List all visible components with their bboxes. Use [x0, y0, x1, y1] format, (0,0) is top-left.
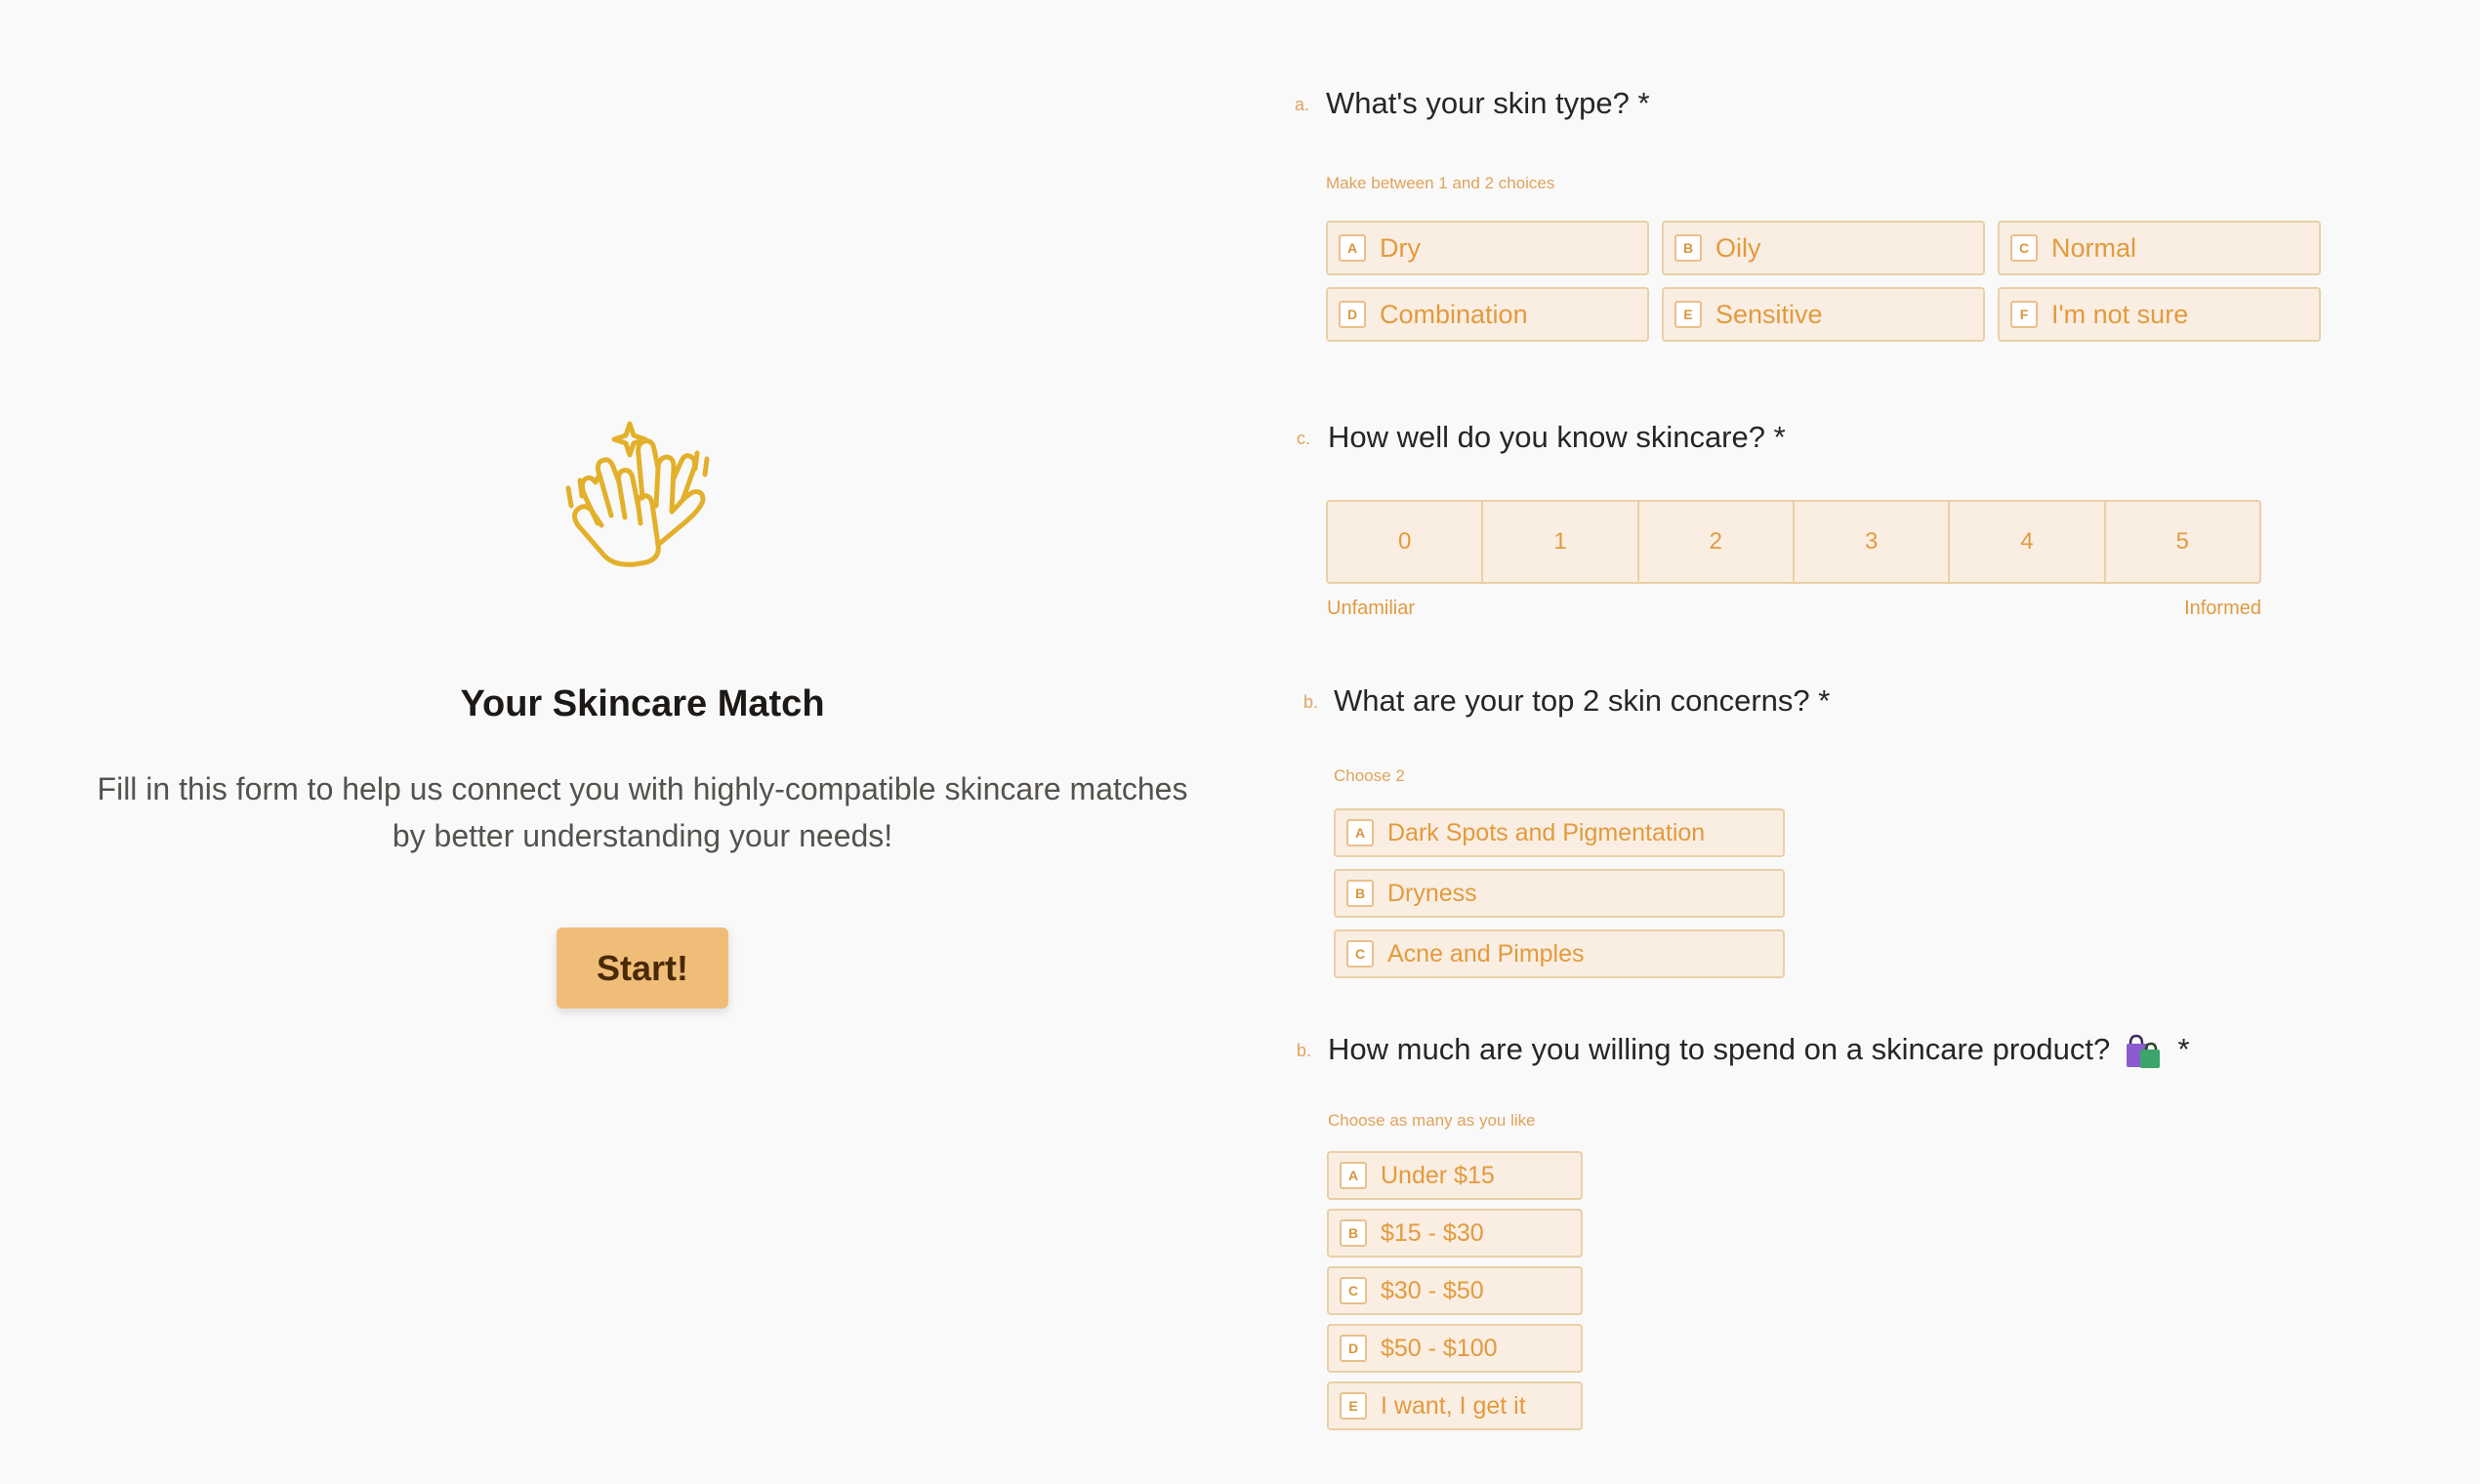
choice-dry[interactable]: A Dry — [1326, 221, 1649, 275]
scale-option-5[interactable]: 5 — [2106, 502, 2259, 582]
choice-label: Oily — [1715, 232, 1761, 263]
choice-label: Dry — [1380, 232, 1421, 263]
question-title-concerns: What are your top 2 skin concerns? * — [1334, 683, 1831, 718]
question-title-budget: How much are you willing to spend on a s… — [1328, 1032, 2190, 1069]
choice-label: $30 - $50 — [1381, 1276, 1484, 1304]
choice-acne[interactable]: C Acne and Pimples — [1334, 929, 1785, 978]
choice-under-15[interactable]: A Under $15 — [1327, 1151, 1583, 1200]
choice-sensitive[interactable]: E Sensitive — [1662, 287, 1985, 342]
choice-key: B — [1346, 880, 1374, 907]
scale-option-1[interactable]: 1 — [1483, 502, 1639, 582]
choice-label: Acne and Pimples — [1387, 939, 1585, 968]
choice-label: I'm not sure — [2051, 299, 2189, 329]
question-help-concerns: Choose 2 — [1334, 766, 1405, 785]
scale-option-2[interactable]: 2 — [1639, 502, 1795, 582]
choice-key: E — [1340, 1392, 1367, 1420]
choice-key: C — [1340, 1277, 1367, 1304]
question-index: a. — [1295, 95, 1310, 114]
choice-label: Dark Spots and Pigmentation — [1387, 818, 1706, 846]
scale-left-label: Unfamiliar — [1327, 598, 1416, 619]
choice-key: B — [1674, 234, 1702, 262]
question-help-skin-type: Make between 1 and 2 choices — [1326, 174, 1555, 192]
scale-option-3[interactable]: 3 — [1795, 502, 1951, 582]
choice-key: D — [1339, 301, 1366, 328]
welcome-description: Fill in this form to help us connect you… — [97, 771, 1188, 853]
choice-label: Under $15 — [1381, 1161, 1495, 1189]
question-index: b. — [1303, 692, 1319, 712]
choice-key: C — [1346, 940, 1374, 968]
welcome-title: Your Skincare Match — [460, 683, 825, 724]
question-title-knowledge: How well do you know skincare? * — [1328, 420, 1786, 454]
high-five-hands-icon — [565, 421, 710, 567]
choice-key: E — [1674, 301, 1702, 328]
question-index: b. — [1297, 1041, 1312, 1060]
choice-50-100[interactable]: D $50 - $100 — [1327, 1324, 1583, 1373]
choice-key: D — [1340, 1335, 1367, 1362]
question-help-budget: Choose as many as you like — [1328, 1111, 1536, 1130]
choice-not-sure[interactable]: F I'm not sure — [1998, 287, 2321, 342]
choice-label: $15 - $30 — [1381, 1218, 1484, 1247]
choice-label: $50 - $100 — [1381, 1334, 1498, 1362]
choice-label: Combination — [1380, 299, 1528, 329]
choice-combination[interactable]: D Combination — [1326, 287, 1649, 342]
question-title-text: How much are you willing to spend on a s… — [1328, 1032, 2111, 1066]
choice-15-30[interactable]: B $15 - $30 — [1327, 1209, 1583, 1257]
choice-key: C — [2010, 234, 2038, 262]
choice-key: A — [1339, 234, 1366, 262]
opinion-scale: 0 1 2 3 4 5 — [1326, 500, 2261, 584]
choice-key: A — [1346, 819, 1374, 846]
choice-key: F — [2010, 301, 2038, 328]
choice-normal[interactable]: C Normal — [1998, 221, 2321, 275]
scale-option-0[interactable]: 0 — [1328, 502, 1484, 582]
choice-dark-spots[interactable]: A Dark Spots and Pigmentation — [1334, 808, 1785, 857]
scale-option-4[interactable]: 4 — [1950, 502, 2106, 582]
choice-key: A — [1340, 1162, 1367, 1189]
choice-key: B — [1340, 1219, 1367, 1247]
choice-label: Dryness — [1387, 879, 1477, 907]
required-marker: * — [2177, 1032, 2190, 1066]
scale-right-label: Informed — [2184, 598, 2261, 619]
choice-dryness[interactable]: B Dryness — [1334, 869, 1785, 918]
question-index: c. — [1297, 429, 1311, 448]
choice-oily[interactable]: B Oily — [1662, 221, 1985, 275]
choice-label: I want, I get it — [1381, 1391, 1526, 1420]
shopping-bags-icon — [2126, 1034, 2160, 1068]
choice-label: Sensitive — [1715, 299, 1823, 329]
start-button[interactable]: Start! — [557, 928, 728, 1009]
question-title-skin-type: What's your skin type? * — [1326, 86, 1650, 120]
choice-i-want-i-get-it[interactable]: E I want, I get it — [1327, 1381, 1583, 1430]
choice-30-50[interactable]: C $30 - $50 — [1327, 1266, 1583, 1315]
choice-label: Normal — [2051, 232, 2137, 263]
